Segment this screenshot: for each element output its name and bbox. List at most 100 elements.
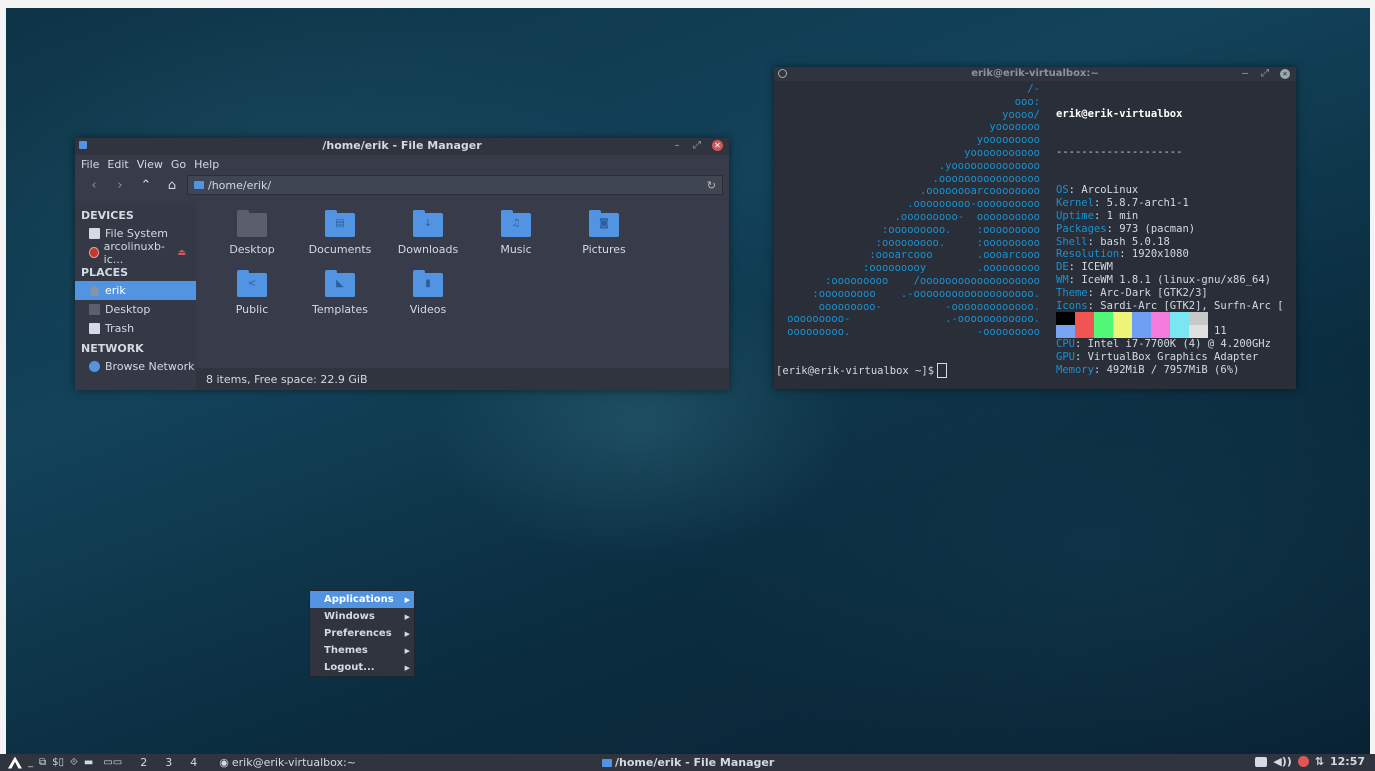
maximize-icon[interactable]: ⤢	[692, 140, 702, 151]
start-menu-icon[interactable]	[8, 756, 22, 769]
window-list-icon[interactable]: ⧉	[39, 757, 46, 768]
workspace-1-icon[interactable]: ▭▭	[103, 757, 122, 768]
menu-item-themes[interactable]: Themes ▶	[310, 642, 414, 659]
menu-help[interactable]: Help	[194, 158, 219, 171]
minimize-icon[interactable]: –	[1240, 68, 1250, 79]
palette-swatch	[1056, 312, 1075, 325]
menu-item-applications[interactable]: Applications ▶	[310, 591, 414, 608]
clock[interactable]: 12:57	[1330, 755, 1365, 768]
folder-label: Pictures	[582, 243, 626, 256]
neofetch-value: VirtualBox Graphics Adapter	[1087, 350, 1259, 363]
folder-item-videos[interactable]: ▮ Videos	[384, 269, 472, 323]
neofetch-line: Resolution: 1920x1080	[1056, 248, 1189, 261]
workspace-3[interactable]: 3	[165, 756, 172, 769]
terminal-prompt[interactable]: [erik@erik-virtualbox ~]$	[776, 363, 948, 378]
network-globe-icon	[89, 361, 100, 372]
menu-go[interactable]: Go	[171, 158, 186, 171]
eject-icon[interactable]: ⏏	[177, 248, 186, 258]
folder-item-downloads[interactable]: ↓ Downloads	[384, 209, 472, 263]
menu-view[interactable]: View	[137, 158, 163, 171]
sidebar-item-trash[interactable]: Trash	[75, 319, 196, 338]
home-folder-icon	[89, 285, 100, 296]
optical-disc-icon	[89, 247, 99, 258]
folder-item-music[interactable]: ♫ Music	[472, 209, 560, 263]
file-manager-window[interactable]: /home/erik - File Manager – ⤢ ✕ File Edi…	[75, 138, 729, 390]
palette-swatch	[1132, 312, 1151, 325]
neofetch-value: 492MiB / 7957MiB (6%)	[1106, 363, 1240, 376]
close-icon[interactable]: ✕	[712, 140, 723, 151]
neofetch-line: OS: ArcoLinux	[1056, 184, 1139, 197]
sidebar-item-erik[interactable]: erik	[75, 281, 196, 300]
terminal-launcher-icon[interactable]: $▯	[52, 757, 64, 768]
update-alert-icon[interactable]	[1297, 756, 1309, 767]
menu-item-label: Logout...	[324, 662, 375, 673]
volume-icon[interactable]: ◀))	[1273, 755, 1292, 768]
taskbar-task-terminal[interactable]: ◉ erik@erik-virtualbox:~	[219, 756, 356, 769]
reload-icon[interactable]: ↻	[707, 179, 716, 192]
menu-item-preferences[interactable]: Preferences ▶	[310, 625, 414, 642]
sidebar-item-desktop[interactable]: Desktop	[75, 300, 196, 319]
palette-swatch	[1151, 325, 1170, 338]
fm-titlebar[interactable]: /home/erik - File Manager – ⤢ ✕	[75, 138, 729, 155]
location-bar[interactable]: /home/erik/ ↻	[187, 175, 723, 195]
chevron-right-icon: ▶	[404, 612, 410, 621]
network-updown-icon[interactable]: ⇅	[1315, 755, 1324, 768]
neofetch-key: WM	[1056, 273, 1069, 286]
folder-item-templates[interactable]: ◣ Templates	[296, 269, 384, 323]
file-manager-launcher-icon[interactable]: ▬	[84, 757, 93, 768]
folder-item-pictures[interactable]: ◙ Pictures	[560, 209, 648, 263]
workspace-4[interactable]: 4	[190, 756, 197, 769]
fm-content[interactable]: Desktop ▤ Documents ↓ Downloads ♫ Music …	[196, 201, 729, 390]
palette-swatch	[1094, 325, 1113, 338]
neofetch-key: Theme	[1056, 286, 1088, 299]
minimize-icon[interactable]: –	[672, 140, 682, 151]
desktop-folder-icon	[237, 210, 267, 237]
logo-line: ooooooooo- -ooooooooooooo.	[818, 300, 1040, 313]
folder-item-documents[interactable]: ▤ Documents	[296, 209, 384, 263]
forward-icon[interactable]: ›	[109, 178, 131, 193]
logo-line: :oooarcooo .oooarcooo	[869, 249, 1040, 262]
show-desktop-icon[interactable]: _	[28, 757, 33, 768]
folder-item-desktop[interactable]: Desktop	[208, 209, 296, 263]
settings-launcher-icon[interactable]: ⟐	[70, 757, 78, 768]
neofetch-value: bash 5.0.18	[1100, 235, 1170, 248]
fm-toolbar: ‹ › ⌃ ⌂ /home/erik/ ↻	[75, 173, 729, 197]
neofetch-key: Shell	[1056, 235, 1088, 248]
neofetch-line: DE: ICEWM	[1056, 261, 1113, 274]
workspace-2[interactable]: 2	[140, 756, 147, 769]
downloads-folder-icon: ↓	[413, 210, 443, 237]
home-icon[interactable]: ⌂	[161, 178, 183, 193]
menu-edit[interactable]: Edit	[107, 158, 128, 171]
back-icon[interactable]: ‹	[83, 178, 105, 193]
music-folder-icon: ♫	[501, 210, 531, 237]
terminal-window[interactable]: erik@erik-virtualbox:~ – ⤢ ✕ /- ooo: yoooo…	[774, 67, 1296, 389]
folder-item-public[interactable]: < Public	[208, 269, 296, 323]
screenshot-tray-icon[interactable]	[1255, 756, 1268, 767]
menu-file[interactable]: File	[81, 158, 99, 171]
devices-header: DEVICES	[81, 209, 134, 222]
logo-line: :ooooooooo .-ooooooooooooooooooo.	[812, 287, 1040, 300]
logo-line: .oooooooooooooooo	[932, 172, 1040, 185]
neofetch-key: GPU	[1056, 350, 1075, 363]
menu-item-windows[interactable]: Windows ▶	[310, 608, 414, 625]
taskbar-task-file-manager[interactable]: /home/erik - File Manager	[602, 756, 774, 769]
neofetch-line: GPU: VirtualBox Graphics Adapter	[1056, 350, 1259, 363]
neofetch-value: 5.8.7-arch1-1	[1106, 197, 1189, 210]
chevron-right-icon: ▶	[404, 595, 410, 604]
sidebar-item-arcolinux-disc[interactable]: arcolinuxb-ic... ⏏	[75, 240, 196, 266]
maximize-icon[interactable]: ⤢	[1260, 68, 1270, 79]
menu-item-logout[interactable]: Logout... ▶	[310, 659, 414, 676]
neofetch-value: Arc-Dark [GTK2/3]	[1100, 286, 1208, 299]
root-menu: Applications ▶ Windows ▶ Preferences ▶ Them…	[309, 590, 415, 677]
up-icon[interactable]: ⌃	[135, 178, 157, 193]
sidebar-item-label: erik	[105, 284, 126, 297]
neofetch-value: 1920x1080	[1131, 248, 1189, 261]
menu-item-label: Preferences	[324, 628, 392, 639]
neofetch-line: Uptime: 1 min	[1056, 209, 1139, 222]
sidebar-item-browse-network[interactable]: Browse Network	[75, 357, 196, 376]
terminal-titlebar[interactable]: erik@erik-virtualbox:~ – ⤢ ✕	[774, 67, 1296, 81]
sidebar-item-label: Trash	[105, 322, 135, 335]
palette-swatch	[1094, 312, 1113, 325]
location-path: /home/erik/	[208, 178, 272, 192]
close-icon[interactable]: ✕	[1280, 68, 1290, 79]
